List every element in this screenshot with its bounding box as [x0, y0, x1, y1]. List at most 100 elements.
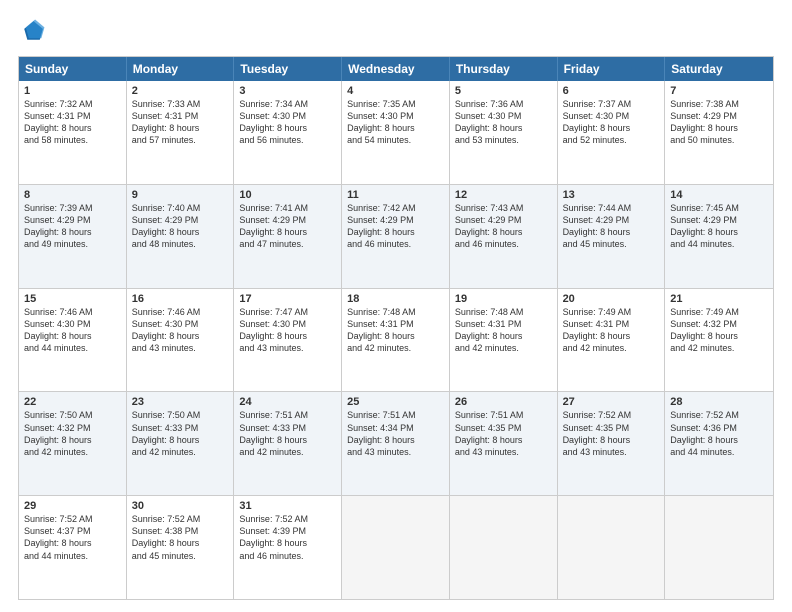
daylight-text-2: and 48 minutes. [132, 238, 229, 250]
sunset-text: Sunset: 4:30 PM [347, 110, 444, 122]
daylight-text: Daylight: 8 hours [563, 330, 660, 342]
daylight-text: Daylight: 8 hours [347, 122, 444, 134]
day-cell-3: 3Sunrise: 7:34 AMSunset: 4:30 PMDaylight… [234, 81, 342, 184]
day-header-wednesday: Wednesday [342, 57, 450, 81]
calendar: SundayMondayTuesdayWednesdayThursdayFrid… [18, 56, 774, 600]
daylight-text: Daylight: 8 hours [24, 330, 121, 342]
sunrise-text: Sunrise: 7:48 AM [455, 306, 552, 318]
daylight-text: Daylight: 8 hours [24, 226, 121, 238]
sunrise-text: Sunrise: 7:51 AM [239, 409, 336, 421]
day-cell-14: 14Sunrise: 7:45 AMSunset: 4:29 PMDayligh… [665, 185, 773, 288]
daylight-text-2: and 56 minutes. [239, 134, 336, 146]
daylight-text-2: and 52 minutes. [563, 134, 660, 146]
calendar-header: SundayMondayTuesdayWednesdayThursdayFrid… [19, 57, 773, 81]
daylight-text-2: and 42 minutes. [239, 446, 336, 458]
daylight-text: Daylight: 8 hours [563, 122, 660, 134]
daylight-text: Daylight: 8 hours [455, 226, 552, 238]
daylight-text: Daylight: 8 hours [455, 122, 552, 134]
daylight-text-2: and 42 minutes. [455, 342, 552, 354]
sunrise-text: Sunrise: 7:49 AM [563, 306, 660, 318]
sunset-text: Sunset: 4:29 PM [455, 214, 552, 226]
sunrise-text: Sunrise: 7:51 AM [347, 409, 444, 421]
empty-cell [342, 496, 450, 599]
sunset-text: Sunset: 4:30 PM [563, 110, 660, 122]
day-number: 30 [132, 500, 229, 512]
daylight-text-2: and 44 minutes. [24, 342, 121, 354]
sunset-text: Sunset: 4:31 PM [24, 110, 121, 122]
sunrise-text: Sunrise: 7:41 AM [239, 202, 336, 214]
day-number: 24 [239, 396, 336, 408]
day-number: 31 [239, 500, 336, 512]
day-number: 11 [347, 189, 444, 201]
sunrise-text: Sunrise: 7:52 AM [239, 513, 336, 525]
sunset-text: Sunset: 4:33 PM [132, 422, 229, 434]
sunset-text: Sunset: 4:35 PM [455, 422, 552, 434]
day-cell-15: 15Sunrise: 7:46 AMSunset: 4:30 PMDayligh… [19, 289, 127, 392]
sunset-text: Sunset: 4:38 PM [132, 525, 229, 537]
daylight-text: Daylight: 8 hours [670, 122, 768, 134]
day-cell-19: 19Sunrise: 7:48 AMSunset: 4:31 PMDayligh… [450, 289, 558, 392]
day-cell-28: 28Sunrise: 7:52 AMSunset: 4:36 PMDayligh… [665, 392, 773, 495]
sunset-text: Sunset: 4:31 PM [347, 318, 444, 330]
sunrise-text: Sunrise: 7:50 AM [24, 409, 121, 421]
sunset-text: Sunset: 4:34 PM [347, 422, 444, 434]
daylight-text: Daylight: 8 hours [347, 330, 444, 342]
sunrise-text: Sunrise: 7:37 AM [563, 98, 660, 110]
day-cell-18: 18Sunrise: 7:48 AMSunset: 4:31 PMDayligh… [342, 289, 450, 392]
daylight-text-2: and 45 minutes. [132, 550, 229, 562]
sunset-text: Sunset: 4:39 PM [239, 525, 336, 537]
calendar-body: 1Sunrise: 7:32 AMSunset: 4:31 PMDaylight… [19, 81, 773, 599]
day-number: 13 [563, 189, 660, 201]
page: SundayMondayTuesdayWednesdayThursdayFrid… [0, 0, 792, 612]
daylight-text: Daylight: 8 hours [239, 330, 336, 342]
sunrise-text: Sunrise: 7:51 AM [455, 409, 552, 421]
day-number: 26 [455, 396, 552, 408]
daylight-text-2: and 42 minutes. [563, 342, 660, 354]
day-cell-25: 25Sunrise: 7:51 AMSunset: 4:34 PMDayligh… [342, 392, 450, 495]
sunset-text: Sunset: 4:29 PM [24, 214, 121, 226]
day-number: 17 [239, 293, 336, 305]
day-number: 7 [670, 85, 768, 97]
daylight-text-2: and 54 minutes. [347, 134, 444, 146]
day-number: 3 [239, 85, 336, 97]
day-cell-8: 8Sunrise: 7:39 AMSunset: 4:29 PMDaylight… [19, 185, 127, 288]
day-cell-23: 23Sunrise: 7:50 AMSunset: 4:33 PMDayligh… [127, 392, 235, 495]
sunrise-text: Sunrise: 7:44 AM [563, 202, 660, 214]
daylight-text-2: and 49 minutes. [24, 238, 121, 250]
empty-cell [450, 496, 558, 599]
day-number: 29 [24, 500, 121, 512]
day-number: 12 [455, 189, 552, 201]
daylight-text-2: and 44 minutes. [670, 446, 768, 458]
sunset-text: Sunset: 4:29 PM [347, 214, 444, 226]
day-cell-27: 27Sunrise: 7:52 AMSunset: 4:35 PMDayligh… [558, 392, 666, 495]
sunset-text: Sunset: 4:31 PM [455, 318, 552, 330]
daylight-text-2: and 57 minutes. [132, 134, 229, 146]
day-cell-1: 1Sunrise: 7:32 AMSunset: 4:31 PMDaylight… [19, 81, 127, 184]
daylight-text-2: and 46 minutes. [455, 238, 552, 250]
day-header-friday: Friday [558, 57, 666, 81]
daylight-text: Daylight: 8 hours [239, 537, 336, 549]
daylight-text-2: and 50 minutes. [670, 134, 768, 146]
day-cell-30: 30Sunrise: 7:52 AMSunset: 4:38 PMDayligh… [127, 496, 235, 599]
daylight-text-2: and 58 minutes. [24, 134, 121, 146]
day-cell-7: 7Sunrise: 7:38 AMSunset: 4:29 PMDaylight… [665, 81, 773, 184]
daylight-text: Daylight: 8 hours [563, 434, 660, 446]
sunrise-text: Sunrise: 7:45 AM [670, 202, 768, 214]
daylight-text: Daylight: 8 hours [670, 226, 768, 238]
day-cell-11: 11Sunrise: 7:42 AMSunset: 4:29 PMDayligh… [342, 185, 450, 288]
sunset-text: Sunset: 4:29 PM [239, 214, 336, 226]
daylight-text: Daylight: 8 hours [455, 330, 552, 342]
day-number: 16 [132, 293, 229, 305]
sunset-text: Sunset: 4:35 PM [563, 422, 660, 434]
sunrise-text: Sunrise: 7:33 AM [132, 98, 229, 110]
sunset-text: Sunset: 4:29 PM [132, 214, 229, 226]
daylight-text: Daylight: 8 hours [563, 226, 660, 238]
day-cell-17: 17Sunrise: 7:47 AMSunset: 4:30 PMDayligh… [234, 289, 342, 392]
day-cell-26: 26Sunrise: 7:51 AMSunset: 4:35 PMDayligh… [450, 392, 558, 495]
daylight-text-2: and 42 minutes. [132, 446, 229, 458]
daylight-text-2: and 42 minutes. [24, 446, 121, 458]
day-cell-10: 10Sunrise: 7:41 AMSunset: 4:29 PMDayligh… [234, 185, 342, 288]
day-number: 27 [563, 396, 660, 408]
day-number: 6 [563, 85, 660, 97]
day-number: 9 [132, 189, 229, 201]
